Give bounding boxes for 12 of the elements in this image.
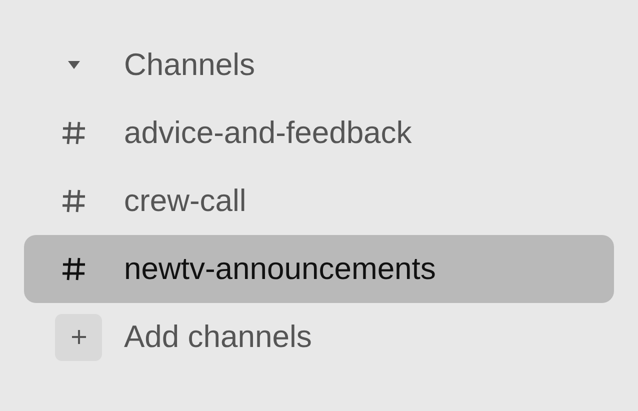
channel-item[interactable]: newtv-announcements	[24, 235, 614, 303]
channel-name: crew-call	[124, 182, 246, 220]
channel-name: newtv-announcements	[124, 250, 436, 288]
add-channels-button[interactable]: Add channels	[24, 303, 614, 371]
channel-item[interactable]: advice-and-feedback	[24, 99, 614, 167]
hash-icon	[61, 120, 87, 146]
hash-icon	[61, 256, 87, 282]
channel-item[interactable]: crew-call	[24, 167, 614, 235]
hash-icon	[61, 188, 87, 214]
channel-name: advice-and-feedback	[124, 114, 412, 152]
plus-icon	[70, 329, 86, 345]
section-header[interactable]: Channels	[24, 31, 614, 99]
